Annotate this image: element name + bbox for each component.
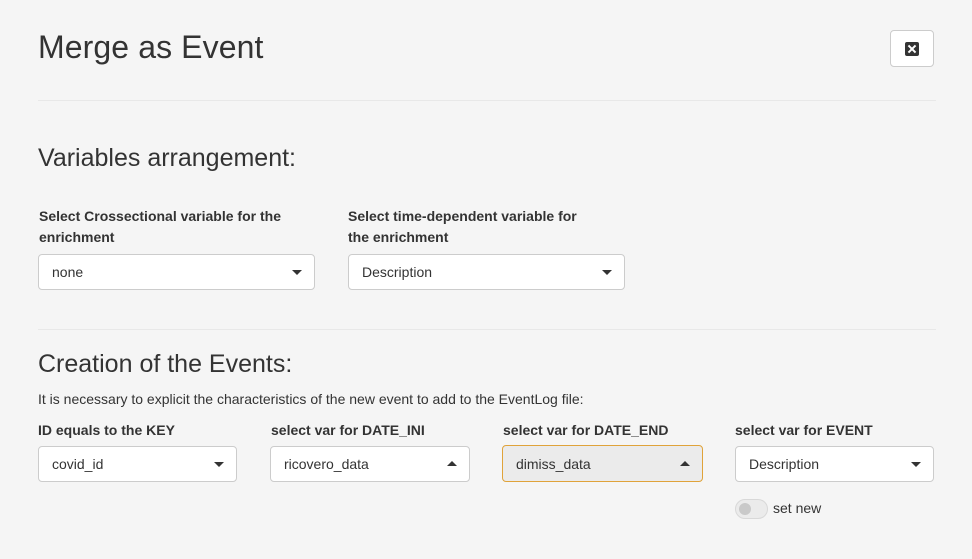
time-dependent-label-line1: Select time-dependent variable for xyxy=(348,208,577,224)
crossectional-label-line1: Select Crossectional variable for the xyxy=(39,208,281,224)
events-section-title: Creation of the Events: xyxy=(38,350,293,378)
chevron-down-icon xyxy=(602,270,612,275)
events-help-text: It is necessary to explicit the characte… xyxy=(38,391,584,407)
header-divider xyxy=(38,100,936,101)
crossectional-label: Select Crossectional variable for the en… xyxy=(39,206,281,248)
modal-title: Merge as Event xyxy=(38,29,264,65)
crossectional-label-line2: enrichment xyxy=(39,229,115,245)
date-ini-select-value: ricovero_data xyxy=(284,456,369,472)
date-ini-label: select var for DATE_INI xyxy=(271,422,425,438)
date-end-select[interactable]: dimiss_data xyxy=(502,445,703,482)
event-label: select var for EVENT xyxy=(735,422,873,438)
chevron-up-icon xyxy=(447,461,457,466)
date-ini-select[interactable]: ricovero_data xyxy=(270,446,470,482)
id-key-select[interactable]: covid_id xyxy=(38,446,237,482)
event-select-value: Description xyxy=(749,456,820,472)
time-dependent-label-line2: the enrichment xyxy=(348,229,449,245)
id-key-label: ID equals to the KEY xyxy=(38,422,175,438)
chevron-down-icon xyxy=(911,462,921,467)
set-new-toggle[interactable] xyxy=(735,499,768,519)
variables-section-title: Variables arrangement: xyxy=(38,144,297,172)
chevron-up-icon xyxy=(680,461,690,466)
event-select[interactable]: Description xyxy=(735,446,934,482)
date-end-select-value: dimiss_data xyxy=(516,455,591,472)
time-dependent-select[interactable]: Description xyxy=(348,254,625,290)
date-end-label: select var for DATE_END xyxy=(503,422,669,438)
id-key-select-value: covid_id xyxy=(52,456,104,472)
toggle-knob xyxy=(739,503,751,515)
chevron-down-icon xyxy=(214,462,224,467)
close-icon xyxy=(905,41,919,56)
section-divider xyxy=(38,329,936,330)
crossectional-select[interactable]: none xyxy=(38,254,315,290)
time-dependent-label: Select time-dependent variable for the e… xyxy=(348,206,577,248)
close-button[interactable] xyxy=(890,30,934,67)
set-new-label: set new xyxy=(773,500,822,516)
crossectional-select-value: none xyxy=(52,264,84,280)
time-dependent-select-value: Description xyxy=(362,264,433,280)
chevron-down-icon xyxy=(292,270,302,275)
